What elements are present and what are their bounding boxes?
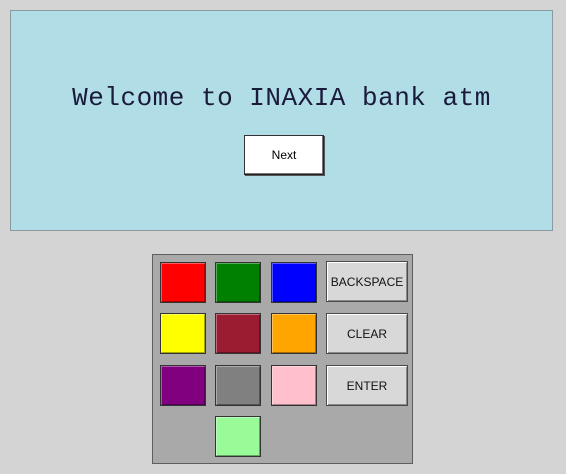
atm-display: Welcome to INAXIA bank atm Next [10, 10, 553, 231]
maroon-key[interactable] [215, 313, 261, 354]
purple-key[interactable] [160, 365, 206, 406]
keypad-panel: BACKSPACE CLEAR ENTER [152, 254, 413, 464]
backspace-button[interactable]: BACKSPACE [326, 261, 408, 302]
clear-button[interactable]: CLEAR [326, 313, 408, 354]
enter-button[interactable]: ENTER [326, 365, 408, 406]
red-key[interactable] [160, 262, 206, 303]
welcome-message: Welcome to INAXIA bank atm [72, 83, 491, 113]
gray-key[interactable] [215, 365, 261, 406]
pink-key[interactable] [271, 365, 317, 406]
green-key[interactable] [215, 262, 261, 303]
blue-key[interactable] [271, 262, 317, 303]
orange-key[interactable] [271, 313, 317, 354]
next-button[interactable]: Next [244, 135, 324, 175]
yellow-key[interactable] [160, 313, 206, 354]
light-green-key[interactable] [215, 416, 261, 457]
